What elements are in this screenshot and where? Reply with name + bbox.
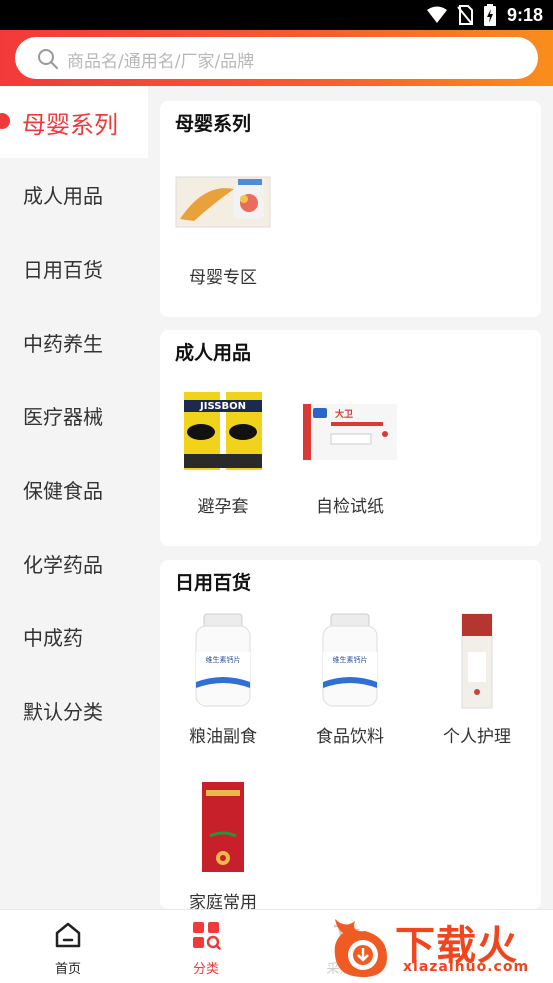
- no-sim-icon: [457, 5, 473, 25]
- section-title: 母婴系列: [175, 113, 252, 135]
- section-card-baby: 母婴系列 母婴专区: [160, 101, 541, 317]
- label-text: 维生素钙片: [333, 655, 368, 664]
- sidebar-item-label: 中药养生: [23, 332, 103, 356]
- active-indicator: [0, 113, 10, 129]
- product-tile[interactable]: 个人护理: [414, 612, 540, 747]
- search-icon: [38, 49, 58, 69]
- header: 商品名/通用名/厂家/品牌: [0, 30, 553, 86]
- sidebar-item-health-food[interactable]: 保健食品: [0, 453, 148, 525]
- tab-home[interactable]: 首页: [28, 920, 108, 977]
- sidebar-item-daily[interactable]: 日用百货: [0, 232, 148, 304]
- sidebar-item-label: 默认分类: [23, 700, 103, 724]
- sidebar-item-tcm[interactable]: 中药养生: [0, 306, 148, 378]
- watermark: 下载火 xiazaihuo.com: [325, 909, 553, 983]
- product-name: 避孕套: [197, 497, 249, 517]
- home-icon: [55, 922, 81, 948]
- search-placeholder: 商品名/通用名/厂家/品牌: [67, 52, 255, 72]
- product-tile[interactable]: 维生素钙片 食品饮料: [287, 612, 413, 747]
- section-card-adult: 成人用品 JISSBON 避孕套 大卫 自检试纸: [160, 330, 541, 546]
- section-title: 成人用品: [175, 342, 252, 364]
- sidebar-item-label: 母婴系列: [22, 111, 118, 139]
- product-image: 维生素钙片: [195, 613, 251, 707]
- tab-label: 分类: [192, 962, 219, 977]
- brand-text: 大卫: [335, 408, 353, 420]
- status-bar: 9:18: [0, 0, 553, 30]
- wifi-icon: [426, 6, 447, 23]
- product-image: 大卫: [303, 404, 397, 460]
- sidebar-item-label: 医疗器械: [23, 405, 103, 429]
- product-image: JISSBON: [184, 392, 262, 470]
- product-image: [461, 613, 493, 709]
- search-input[interactable]: 商品名/通用名/厂家/品牌: [15, 37, 538, 79]
- sidebar-item-label: 化学药品: [23, 553, 103, 577]
- tab-label: 首页: [54, 962, 81, 977]
- sidebar-item-chemical[interactable]: 化学药品: [0, 527, 148, 599]
- product-name: 粮油副食: [189, 727, 257, 747]
- sidebar-item-label: 成人用品: [23, 184, 103, 208]
- brand-text: JISSBON: [199, 401, 246, 412]
- product-tile[interactable]: JISSBON 避孕套: [160, 382, 286, 517]
- category-icon: [193, 922, 221, 950]
- sidebar-item-devices[interactable]: 医疗器械: [0, 379, 148, 451]
- sidebar-item-adult[interactable]: 成人用品: [0, 158, 148, 230]
- sidebar-item-label: 保健食品: [23, 479, 103, 503]
- flame-logo-icon: [334, 919, 387, 977]
- sidebar-item-baby[interactable]: 母婴系列: [0, 86, 148, 158]
- section-card-daily: 日用百货 维生素钙片 粮油副食 维生素钙片 食品饮料 个人护理 家庭常用: [160, 560, 541, 913]
- product-tile[interactable]: 家庭常用: [160, 778, 286, 913]
- sidebar-item-default[interactable]: 默认分类: [0, 674, 148, 746]
- category-sidebar: 母婴系列 成人用品 日用百货 中药养生 医疗器械 保健食品 化学药品 中成药 默…: [0, 86, 148, 910]
- battery-charging-icon: [483, 4, 496, 26]
- section-title: 日用百货: [175, 572, 252, 594]
- product-tile[interactable]: 大卫 自检试纸: [287, 382, 413, 517]
- product-name: 食品饮料: [316, 727, 384, 747]
- product-name: 个人护理: [443, 727, 511, 747]
- label-text: 维生素钙片: [206, 655, 241, 664]
- product-image: [202, 782, 244, 872]
- product-image: [175, 176, 271, 228]
- tab-category[interactable]: 分类: [166, 920, 246, 977]
- sidebar-item-patent-medicine[interactable]: 中成药: [0, 600, 148, 672]
- watermark-domain: xiazaihuo.com: [403, 959, 530, 975]
- sidebar-item-label: 日用百货: [23, 258, 103, 282]
- sidebar-item-label: 中成药: [23, 626, 83, 650]
- product-tile[interactable]: 母婴专区: [160, 153, 286, 288]
- product-tile[interactable]: 维生素钙片 粮油副食: [160, 612, 286, 747]
- product-name: 母婴专区: [189, 268, 257, 288]
- product-name: 自检试纸: [316, 497, 384, 517]
- clock: 9:18: [506, 4, 543, 25]
- product-image: 维生素钙片: [322, 613, 378, 707]
